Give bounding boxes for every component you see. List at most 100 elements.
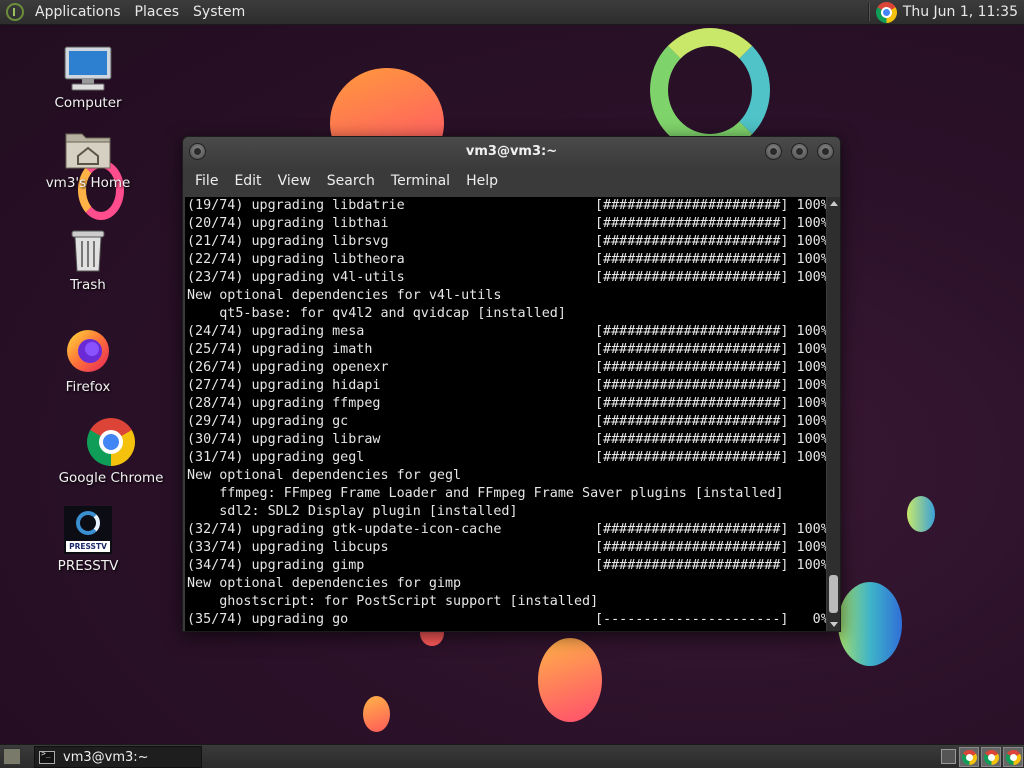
terminal-line: (29/74) upgrading gc [###################… (185, 413, 826, 431)
terminal-line: (24/74) upgrading mesa [#################… (185, 323, 826, 341)
desktop-icon-label: Computer (54, 95, 122, 111)
terminal-line-text: (20/74) upgrading libthai (187, 216, 389, 231)
terminal-line-text: New optional dependencies for v4l-utils (187, 288, 502, 303)
firefox-icon (67, 330, 109, 372)
terminal-line-text: (31/74) upgrading gegl (187, 450, 365, 465)
terminal-line-text: (30/74) upgrading libraw (187, 432, 381, 447)
desktop-icon-google-chrome[interactable]: Google Chrome (56, 418, 166, 486)
terminal-line: (22/74) upgrading libtheora [############… (185, 251, 826, 269)
terminal-line: (21/74) upgrading librsvg [##############… (185, 233, 826, 251)
desktop-icon-home[interactable]: vm3's Home (45, 128, 131, 191)
menu-search[interactable]: Search (319, 173, 383, 189)
terminal-line: (35/74) upgrading go [-------------------… (185, 611, 826, 629)
desktop-icon-trash[interactable]: Trash (58, 229, 118, 293)
terminal-line: (34/74) upgrading gimp [#################… (185, 557, 826, 575)
progress-bar-text: [######################] 100% (595, 360, 826, 375)
terminal-line: New optional dependencies for gegl (185, 467, 826, 485)
chrome-window-icon[interactable] (981, 747, 1001, 767)
terminal-line: (31/74) upgrading gegl [#################… (185, 449, 826, 467)
terminal-line-text: sdl2: SDL2 Display plugin [installed] (187, 504, 518, 519)
progress-bar-text: [######################] 100% (595, 198, 826, 213)
terminal-line-text: (32/74) upgrading gtk-update-icon-cache (187, 522, 502, 537)
menu-edit[interactable]: Edit (226, 173, 269, 189)
panel-separator (867, 3, 870, 21)
menu-file[interactable]: File (187, 173, 226, 189)
terminal-line: New optional dependencies for gimp (185, 575, 826, 593)
orange-oval-decoration (538, 638, 602, 722)
desktop-icon-label: PRESSTV (57, 558, 119, 574)
close-button[interactable] (817, 143, 834, 160)
system-menu[interactable]: System (186, 0, 252, 25)
terminal-scrollbar[interactable] (827, 197, 840, 631)
progress-bar-text: [######################] 100% (595, 378, 826, 393)
terminal-line-text: (19/74) upgrading libdatrie (187, 198, 405, 213)
terminal-line-text: (33/74) upgrading libcups (187, 540, 389, 555)
terminal-line-text: (27/74) upgrading hidapi (187, 378, 381, 393)
terminal-line: (33/74) upgrading libcups [##############… (185, 539, 826, 557)
progress-bar-text: [######################] 100% (595, 558, 826, 573)
terminal-line: sdl2: SDL2 Display plugin [installed] (185, 503, 826, 521)
desktop-icon-label: Firefox (65, 379, 111, 395)
terminal-line: New optional dependencies for v4l-utils (185, 287, 826, 305)
menu-view[interactable]: View (270, 173, 319, 189)
desktop-icon-label: Trash (70, 277, 106, 293)
show-desktop-icon[interactable] (3, 748, 21, 765)
terminal-line-text: (24/74) upgrading mesa (187, 324, 365, 339)
terminal-line-text: New optional dependencies for gegl (187, 468, 462, 483)
progress-bar-text: [######################] 100% (595, 216, 826, 231)
terminal-line: (19/74) upgrading libdatrie [############… (185, 197, 826, 215)
desktop-icon-label: vm3's Home (45, 175, 131, 191)
maximize-button[interactable] (791, 143, 808, 160)
taskbar-label: vm3@vm3:~ (63, 749, 149, 765)
terminal-window[interactable]: vm3@vm3:~ File Edit View Search Terminal… (182, 136, 841, 632)
presstv-badge: PRESSTV (66, 541, 110, 552)
menu-terminal[interactable]: Terminal (383, 173, 458, 189)
terminal-line-text: (23/74) upgrading v4l-utils (187, 270, 405, 285)
distro-logo-icon[interactable] (6, 3, 24, 21)
progress-bar-text: [######################] 100% (595, 234, 826, 249)
taskbar-terminal-button[interactable]: vm3@vm3:~ (34, 746, 202, 768)
terminal-line: (25/74) upgrading imath [################… (185, 341, 826, 359)
progress-bar-text: [######################] 100% (595, 396, 826, 411)
terminal-line: (32/74) upgrading gtk-update-icon-cache [… (185, 521, 826, 539)
progress-bar-text: [----------------------] 0% (595, 612, 826, 627)
terminal-line-text: New optional dependencies for gimp (187, 576, 462, 591)
terminal-line-text: qt5-base: for qv4l2 and qvidcap [install… (187, 306, 566, 321)
terminal-output[interactable]: (19/74) upgrading libdatrie [############… (185, 197, 826, 631)
progress-bar-text: [######################] 100% (595, 324, 826, 339)
applications-menu[interactable]: Applications (28, 0, 128, 25)
progress-bar-text: [######################] 100% (595, 432, 826, 447)
terminal-line: qt5-base: for qv4l2 and qvidcap [install… (185, 305, 826, 323)
scrollbar-thumb[interactable] (829, 575, 838, 613)
computer-icon (64, 46, 112, 91)
terminal-line: ffmpeg: FFmpeg Frame Loader and FFmpeg F… (185, 485, 826, 503)
chrome-window-icon[interactable] (959, 747, 979, 767)
menu-help[interactable]: Help (458, 173, 506, 189)
places-menu[interactable]: Places (128, 0, 187, 25)
terminal-line-text: (34/74) upgrading gimp (187, 558, 365, 573)
small-orange-oval-decoration (363, 696, 390, 732)
minimize-button[interactable] (765, 143, 782, 160)
scroll-up-arrow-icon[interactable] (830, 201, 838, 206)
desktop-icon-computer[interactable]: Computer (53, 45, 123, 111)
progress-bar-text: [######################] 100% (595, 450, 826, 465)
terminal-line: (23/74) upgrading v4l-utils [############… (185, 269, 826, 287)
terminal-line-text: (26/74) upgrading openexr (187, 360, 389, 375)
progress-bar-text: [######################] 100% (595, 270, 826, 285)
workspace-switcher-icon[interactable] (941, 749, 956, 764)
progress-bar-text: [######################] 100% (595, 252, 826, 267)
terminal-line: (28/74) upgrading ffmpeg [###############… (185, 395, 826, 413)
blue-oval-decoration (838, 582, 902, 666)
scroll-down-arrow-icon[interactable] (830, 622, 838, 627)
terminal-line: (30/74) upgrading libraw [###############… (185, 431, 826, 449)
desktop-icon-firefox[interactable]: Firefox (58, 325, 118, 395)
terminal-line: (27/74) upgrading hidapi [###############… (185, 377, 826, 395)
desktop-icon-presstv[interactable]: PRESSTV PRESSTV (58, 506, 118, 574)
terminal-line-text: (22/74) upgrading libtheora (187, 252, 405, 267)
window-titlebar[interactable]: vm3@vm3:~ (183, 137, 840, 167)
clock[interactable]: Thu Jun 1, 11:35 (903, 4, 1024, 20)
terminal-line-text: (21/74) upgrading librsvg (187, 234, 389, 249)
chrome-window-icon[interactable] (1003, 747, 1023, 767)
desktop-icon-label: Google Chrome (58, 470, 164, 486)
chrome-launcher-icon[interactable] (875, 1, 897, 23)
